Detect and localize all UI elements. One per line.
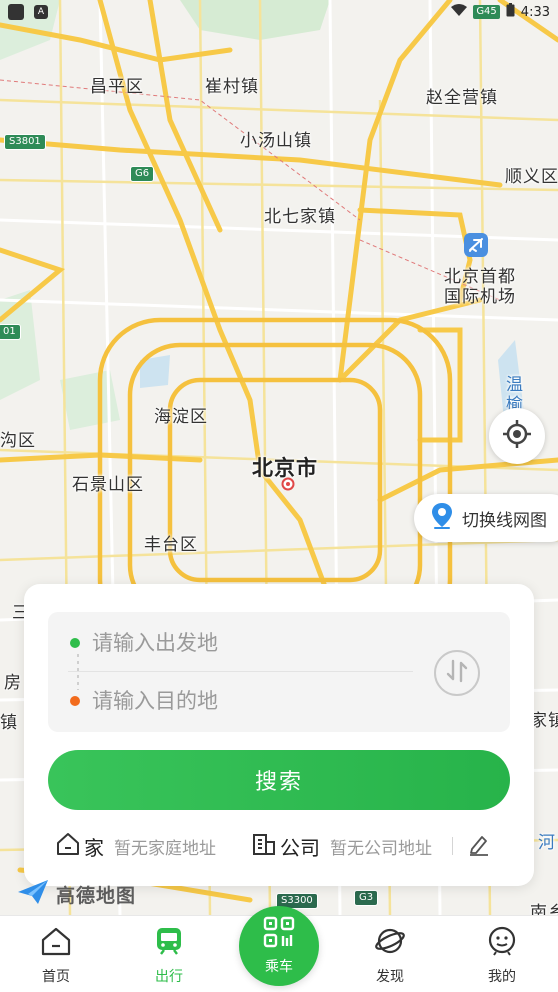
map-label-shunyi: 顺义区 [505, 167, 558, 187]
tab-travel[interactable]: 出行 [129, 926, 209, 990]
map-label-haidian: 海淀区 [154, 407, 208, 427]
tab-mine[interactable]: 我的 [462, 926, 542, 990]
map-label-beiqijia: 北七家镇 [264, 207, 336, 227]
map-label-cuicun: 崔村镇 [205, 77, 259, 97]
locate-button[interactable] [489, 408, 545, 464]
tab-discover-label: 发现 [376, 969, 404, 985]
road-shield-01: 01 [0, 324, 21, 340]
brand-name: 高德地图 [56, 885, 137, 907]
map-label-airport-2: 国际机场 [444, 287, 516, 307]
road-shield-g6: G6 [130, 166, 155, 182]
switch-network-map-button[interactable]: 切换线网图 [414, 494, 558, 542]
map-label-changping: 昌平区 [90, 77, 144, 97]
edit-address-button[interactable] [467, 832, 491, 860]
origin-row [68, 614, 413, 672]
company-label: 公司 [280, 835, 320, 860]
battery-icon [506, 3, 515, 21]
status-bar: A G45 4:33 [0, 0, 558, 24]
home-address: 暂无家庭地址 [114, 838, 216, 859]
qr-code-icon [263, 916, 295, 952]
road-badge: G45 [473, 5, 500, 19]
edit-icon [467, 836, 491, 860]
origin-input[interactable] [92, 630, 372, 655]
road-shield-g3: G3 [354, 890, 379, 906]
tab-mine-label: 我的 [488, 969, 516, 985]
shortcut-row: 家 暂无家庭地址 公司 暂无公司地址 [56, 830, 506, 862]
divider [452, 837, 453, 855]
airport-icon [463, 232, 489, 262]
map-label-he: 河 [538, 833, 556, 853]
tab-discover[interactable]: 发现 [350, 926, 430, 990]
tab-travel-label: 出行 [155, 969, 183, 985]
destination-dot-icon [70, 696, 80, 706]
home-tab-icon [40, 926, 72, 960]
home-shortcut[interactable]: 家 暂无家庭地址 [56, 832, 252, 861]
origin-dot-icon [70, 637, 80, 648]
tab-home[interactable]: 首页 [16, 926, 96, 990]
destination-row [68, 672, 413, 730]
map-label-shijingshan: 石景山区 [72, 475, 144, 495]
home-label: 家 [84, 835, 104, 860]
planet-icon [374, 926, 406, 960]
map-label-fang: 房 [4, 673, 22, 693]
company-icon [252, 832, 276, 860]
tab-home-label: 首页 [42, 969, 70, 985]
map-label-nan: 南乡 [530, 903, 558, 915]
map-label-jiazhen: 家镇 [530, 711, 558, 731]
app-notification-icon: A [34, 5, 48, 19]
map-label-zhaoquanying: 赵全营镇 [426, 88, 498, 108]
swap-icon [446, 659, 468, 687]
notification-icon [8, 4, 24, 20]
home-icon [56, 832, 80, 860]
status-time: 4:33 [520, 4, 550, 20]
map-label-fengtai: 丰台区 [144, 535, 198, 555]
locate-icon [502, 419, 532, 453]
amap-logo-icon [16, 878, 50, 911]
map-label-xiaotangshan: 小汤山镇 [240, 131, 312, 151]
map-brand-logo: 高德地图 [16, 878, 136, 911]
company-shortcut[interactable]: 公司 暂无公司地址 [252, 832, 452, 861]
tab-ride[interactable]: 乘车 [239, 906, 319, 986]
route-search-card: 搜索 家 暂无家庭地址 公司 暂无公司地址 [24, 584, 534, 886]
route-inputs [48, 612, 510, 732]
search-button[interactable]: 搜索 [48, 750, 510, 810]
map-label-zhen: 镇 [0, 713, 18, 733]
profile-icon [486, 926, 518, 960]
tab-ride-label: 乘车 [265, 959, 293, 975]
train-icon [153, 926, 185, 960]
wifi-icon [451, 4, 468, 20]
map-label-goukou: 沟区 [0, 431, 36, 451]
swap-button[interactable] [434, 650, 480, 696]
switch-network-map-label: 切换线网图 [462, 510, 547, 531]
company-address: 暂无公司地址 [330, 838, 432, 859]
city-center-marker-icon [281, 476, 295, 495]
road-shield-s3801: S3801 [4, 134, 46, 150]
map-pin-icon [430, 502, 454, 534]
destination-input[interactable] [92, 689, 372, 713]
